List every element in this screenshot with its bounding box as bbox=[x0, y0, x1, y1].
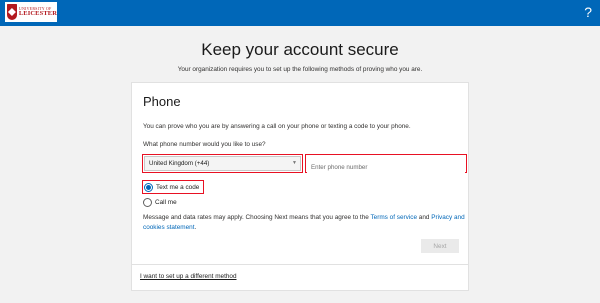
option-text-label: Text me a code bbox=[156, 183, 200, 191]
card-description: You can prove who you are by answering a… bbox=[143, 123, 411, 130]
phone-number-input[interactable] bbox=[307, 160, 465, 175]
phone-input-highlight bbox=[305, 154, 467, 175]
terms-suffix: . bbox=[194, 224, 197, 231]
radio-unchecked-icon[interactable] bbox=[143, 197, 152, 207]
country-select[interactable]: United Kingdom (+44) ▼ bbox=[144, 156, 301, 171]
university-logo: UNIVERSITY OF LEICESTER bbox=[5, 2, 57, 22]
terms-and: and bbox=[417, 214, 432, 221]
terms-of-service-link[interactable]: Terms of service bbox=[370, 214, 417, 221]
phone-question: What phone number would you like to use? bbox=[143, 141, 266, 148]
phone-method-card: Phone You can prove who you are by answe… bbox=[131, 82, 469, 291]
page-subtitle: Your organization requires you to set up… bbox=[177, 66, 423, 73]
terms-text: Message and data rates may apply. Choosi… bbox=[143, 213, 465, 233]
card-divider bbox=[132, 264, 468, 265]
option-text-me-a-code[interactable]: Text me a code bbox=[142, 180, 205, 194]
terms-prefix: Message and data rates may apply. Choosi… bbox=[143, 214, 371, 221]
different-method-link[interactable]: I want to set up a different method bbox=[140, 273, 237, 280]
option-call-me[interactable]: Call me bbox=[143, 196, 177, 208]
shield-icon bbox=[7, 4, 17, 20]
page-title: Keep your account secure bbox=[201, 40, 399, 59]
option-call-label: Call me bbox=[155, 198, 177, 206]
next-button[interactable]: Next bbox=[421, 239, 459, 253]
chevron-down-icon: ▼ bbox=[292, 160, 297, 166]
card-title: Phone bbox=[143, 94, 181, 109]
country-select-value: United Kingdom (+44) bbox=[149, 160, 210, 167]
help-icon[interactable]: ? bbox=[584, 4, 592, 20]
country-select-highlight: United Kingdom (+44) ▼ bbox=[142, 154, 303, 173]
radio-checked-icon[interactable] bbox=[144, 182, 153, 192]
top-bar: UNIVERSITY OF LEICESTER ? bbox=[0, 0, 600, 26]
logo-name-text: LEICESTER bbox=[18, 9, 57, 17]
logo-wordmark: UNIVERSITY OF LEICESTER bbox=[18, 6, 57, 18]
